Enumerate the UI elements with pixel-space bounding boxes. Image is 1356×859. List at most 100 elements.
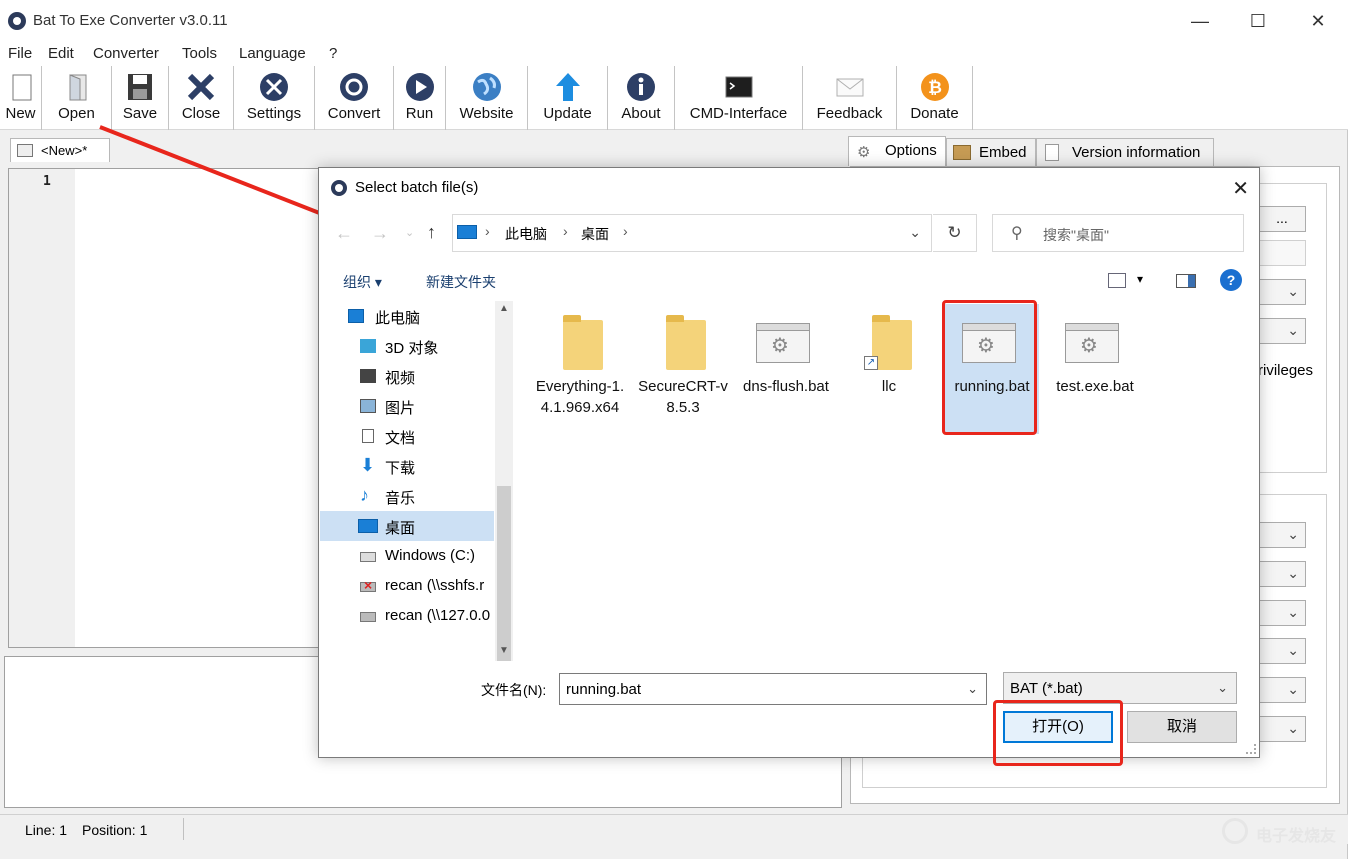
tree-item-music[interactable]: ♪ 音乐 (320, 481, 494, 511)
tree-item-3d-objects[interactable]: 3D 对象 (320, 331, 494, 361)
forward-arrow-icon[interactable]: → (371, 223, 389, 244)
tab-version-label: Version information (1072, 144, 1201, 161)
document-tab[interactable]: <New>* (10, 138, 110, 162)
options-combo-4[interactable]: ⌄ (1258, 561, 1306, 587)
convert-button[interactable]: Convert (315, 66, 394, 130)
back-arrow-icon[interactable]: ← (335, 223, 353, 244)
tree-item-documents[interactable]: 文档 (320, 421, 494, 451)
organize-menu-button[interactable]: 组织 ▾ (343, 272, 382, 292)
dialog-close-button[interactable]: ✕ (1232, 176, 1249, 201)
close-button[interactable]: Close (169, 66, 234, 130)
preview-pane-icon[interactable] (1176, 274, 1196, 288)
website-button[interactable]: Website (446, 66, 528, 130)
tree-item-recan-sshfs[interactable]: × recan (\\sshfs.r (320, 571, 494, 601)
close-window-button[interactable]: ✕ (1298, 6, 1338, 36)
maximize-button[interactable]: ☐ (1238, 6, 1278, 36)
scroll-up-icon[interactable]: ▲ (499, 303, 509, 314)
settings-button[interactable]: Settings (234, 66, 315, 130)
save-label: Save (122, 105, 158, 122)
tree-item-label: recan (\\sshfs.r (385, 577, 485, 594)
tree-item-video[interactable]: 视频 (320, 361, 494, 391)
resize-grip[interactable] (1246, 744, 1256, 754)
run-button[interactable]: Run (394, 66, 446, 130)
tree-item-desktop[interactable]: 桌面 (320, 511, 494, 541)
tree-item-recan-local[interactable]: recan (\\127.0.0 (320, 601, 494, 631)
chevron-down-icon[interactable]: ⌄ (967, 681, 978, 697)
tree-item-pictures[interactable]: 图片 (320, 391, 494, 421)
privileges-checkbox-label[interactable]: rivileges (1258, 362, 1313, 379)
feedback-button[interactable]: Feedback (803, 66, 897, 130)
chevron-down-icon: ⌄ (1287, 322, 1299, 338)
options-combo-5[interactable]: ⌄ (1258, 600, 1306, 626)
browse-button[interactable]: ... (1258, 206, 1306, 232)
file-type-value: BAT (*.bat) (1010, 680, 1083, 697)
address-history-chevron-icon[interactable]: ⌄ (909, 224, 921, 241)
breadcrumb-separator[interactable]: › (563, 223, 568, 239)
donate-label: Donate (910, 105, 959, 122)
donate-button[interactable]: ₿ Donate (897, 66, 973, 130)
tree-item-windows-c[interactable]: Windows (C:) (320, 541, 494, 571)
refresh-button[interactable]: ↻ (933, 214, 977, 252)
change-view-icon[interactable] (1108, 273, 1126, 288)
tab-embed-label: Embed (979, 144, 1027, 161)
file-item-label: dns-flush.bat (743, 378, 829, 395)
file-item-securecrt[interactable]: SecureCRT-v8.5.3 (636, 304, 730, 434)
recent-locations-chevron-icon[interactable]: ⌄ (405, 226, 414, 239)
menu-tools[interactable]: Tools (182, 45, 217, 62)
cmd-interface-button[interactable]: CMD-Interface (675, 66, 803, 130)
options-combo-8[interactable]: ⌄ (1258, 716, 1306, 742)
update-button[interactable]: Update (528, 66, 608, 130)
tab-embed[interactable]: Embed (946, 138, 1036, 166)
tab-version-information[interactable]: Version information (1036, 138, 1214, 166)
address-bar[interactable]: › 此电脑 › 桌面 › ⌄ (452, 214, 932, 252)
mail-icon (835, 72, 865, 102)
tree-item-downloads[interactable]: ⬇ 下载 (320, 451, 494, 481)
watermark-icon (1222, 818, 1248, 844)
breadcrumb-separator[interactable]: › (485, 223, 490, 239)
search-input[interactable]: ⚲ 搜索"桌面" (992, 214, 1244, 252)
menu-converter[interactable]: Converter (93, 45, 159, 62)
info-icon (626, 72, 656, 102)
tree-item-this-pc[interactable]: 此电脑 (320, 301, 494, 331)
menu-help[interactable]: ? (329, 45, 337, 62)
chevron-down-icon[interactable]: ⌄ (1217, 680, 1228, 696)
filename-input[interactable]: running.bat ⌄ (559, 673, 987, 705)
file-item-everything[interactable]: Everything-1.4.1.969.x64 (533, 304, 627, 434)
scrollbar-thumb[interactable] (497, 486, 511, 661)
new-folder-button[interactable]: 新建文件夹 (426, 272, 496, 292)
dialog-app-icon (331, 180, 347, 196)
options-combo-1[interactable]: ⌄ (1258, 279, 1306, 305)
chevron-down-icon: ⌄ (1287, 604, 1299, 620)
breadcrumb-separator[interactable]: › (623, 223, 628, 239)
view-options-chevron-icon[interactable]: ▾ (1137, 272, 1143, 286)
minimize-button[interactable]: — (1180, 6, 1220, 36)
options-field[interactable] (1258, 240, 1306, 266)
file-item-llc[interactable]: ↗ llc (842, 304, 936, 434)
cancel-button[interactable]: 取消 (1127, 711, 1237, 743)
breadcrumb-this-pc[interactable]: 此电脑 (505, 224, 547, 244)
new-button[interactable]: New (0, 66, 42, 130)
options-combo-6[interactable]: ⌄ (1258, 638, 1306, 664)
save-button[interactable]: Save (112, 66, 169, 130)
file-item-dns-flush[interactable]: ⚙ dns-flush.bat (739, 304, 833, 434)
file-item-test-exe[interactable]: ⚙ test.exe.bat (1048, 304, 1142, 434)
scroll-down-icon[interactable]: ▼ (499, 645, 509, 656)
tree-scrollbar[interactable]: ▲ ▼ (495, 301, 513, 661)
options-combo-2[interactable]: ⌄ (1258, 318, 1306, 344)
line-number: 1 (43, 174, 51, 189)
convert-label: Convert (327, 105, 381, 122)
folder-icon (666, 315, 706, 370)
tab-options[interactable]: ⚙ Options (848, 136, 946, 166)
up-arrow-icon[interactable]: ↑ (427, 222, 436, 243)
network-drive-icon (360, 612, 376, 622)
options-combo-7[interactable]: ⌄ (1258, 677, 1306, 703)
breadcrumb-desktop[interactable]: 桌面 (581, 224, 609, 244)
tree-item-label: 视频 (385, 370, 416, 387)
help-icon[interactable]: ? (1220, 269, 1242, 291)
about-button[interactable]: About (608, 66, 675, 130)
options-combo-3[interactable]: ⌄ (1258, 522, 1306, 548)
open-button[interactable]: Open (42, 66, 112, 130)
menu-file[interactable]: File (8, 45, 32, 62)
menu-edit[interactable]: Edit (48, 45, 74, 62)
menu-language[interactable]: Language (239, 45, 306, 62)
